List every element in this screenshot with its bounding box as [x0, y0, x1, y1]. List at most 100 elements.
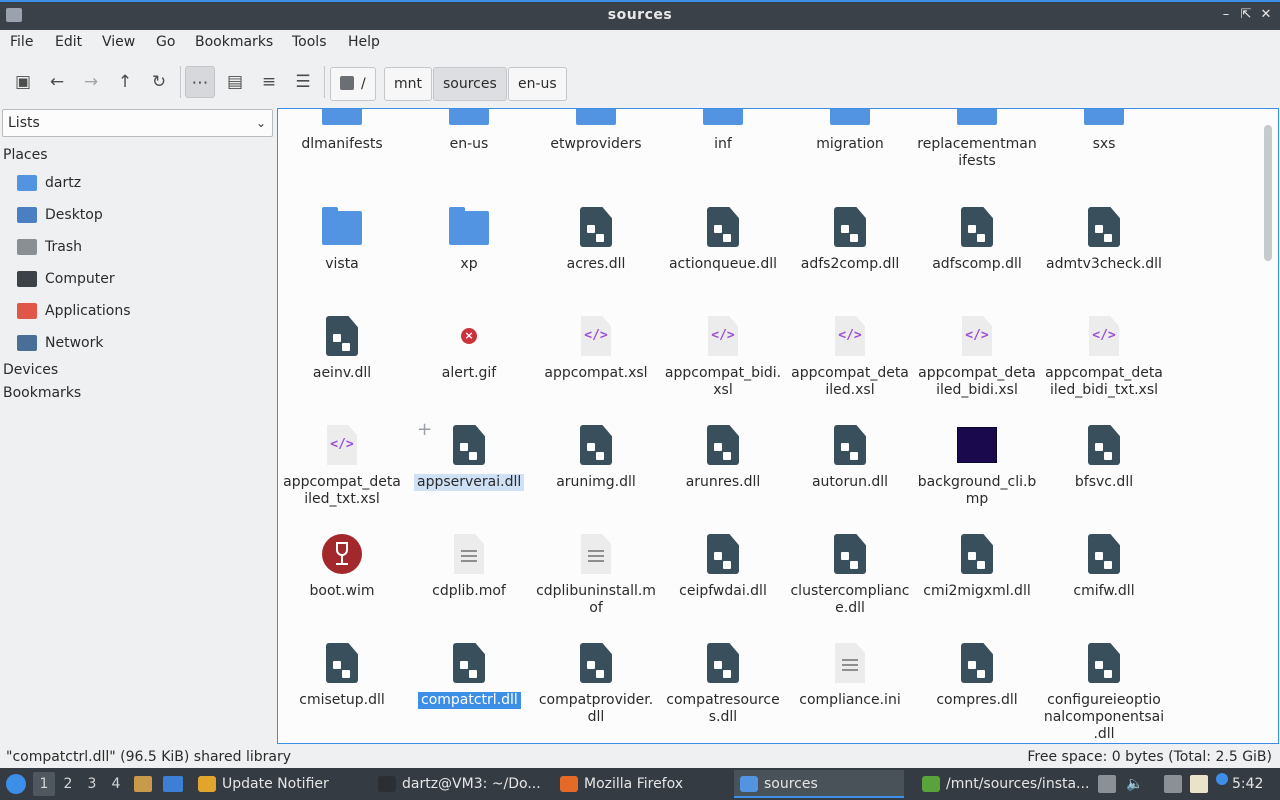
sidebar-item-label: Applications [45, 303, 131, 319]
close-button[interactable]: ✕ [1257, 6, 1275, 24]
desktop-icon [17, 207, 37, 223]
back-arrow-icon[interactable]: ← [42, 66, 72, 98]
minimize-button[interactable]: – [1217, 6, 1235, 24]
workspace-4[interactable]: 4 [105, 772, 127, 796]
workspace-1[interactable]: 1 [33, 772, 55, 796]
file-name: compliance.ini [799, 692, 901, 708]
file-name: configureieoptio nalcomponentsai .dll [1043, 692, 1165, 742]
file-name: alert.gif [441, 365, 497, 381]
taskbar-task[interactable]: Mozilla Firefox [554, 770, 722, 798]
file-name: appcompat.xsl [544, 365, 648, 381]
compact-view-icon[interactable]: ≡ [254, 66, 284, 98]
sidebar-item-network[interactable]: Network [17, 330, 267, 356]
xml-file-icon: </> [830, 316, 870, 356]
breadcrumb-root[interactable]: / [330, 67, 376, 101]
file-name: compatprovider. dll [538, 692, 654, 725]
eject-icon[interactable] [1098, 775, 1116, 793]
workspace-3[interactable]: 3 [81, 772, 103, 796]
computer-icon [17, 271, 37, 287]
sidebar-item-desktop[interactable]: Desktop [17, 202, 267, 228]
library-file-icon [1084, 534, 1124, 574]
thumbnail-view-icon[interactable]: ▤ [220, 66, 250, 98]
menu-view[interactable]: View [102, 34, 135, 50]
places-heading[interactable]: Places [3, 147, 48, 163]
sidebar-item-computer[interactable]: Computer [17, 266, 267, 292]
folder-icon [449, 207, 489, 245]
taskbar-task[interactable]: /mnt/sources/insta... [916, 770, 1090, 798]
up-arrow-icon[interactable]: ↑ [110, 66, 140, 98]
file-name: compres.dll [936, 692, 1018, 708]
sidebar-item-label: Network [45, 335, 104, 351]
network-status-icon[interactable] [1164, 775, 1182, 793]
volume-icon[interactable]: 🔈 [1126, 775, 1144, 793]
taskbar-task-label: /mnt/sources/insta... [946, 776, 1090, 792]
file-name: aeinv.dll [312, 365, 372, 381]
disk-image-icon [322, 534, 362, 574]
library-file-icon [1084, 643, 1124, 683]
xml-file-icon: </> [322, 425, 362, 465]
menu-bookmarks[interactable]: Bookmarks [195, 34, 273, 50]
select-plus-icon[interactable]: + [417, 419, 432, 440]
sidebar-item-applications[interactable]: Applications [17, 298, 267, 324]
title-bar: sources – ⇱ ✕ [0, 0, 1280, 30]
vertical-scrollbar[interactable] [1264, 117, 1272, 737]
file-name: cdplibuninstall.m of [536, 583, 656, 616]
taskbar-task[interactable]: dartz@VM3: ~/Do... [372, 770, 544, 798]
new-window-icon[interactable]: ▣ [8, 66, 38, 98]
file-name: compatctrl.dll [418, 692, 521, 709]
sidebar-item-label: dartz [45, 175, 82, 191]
trash-icon [17, 239, 37, 255]
breadcrumb-sources[interactable]: sources [433, 67, 507, 101]
file-name: etwproviders [550, 136, 642, 152]
toolbar: ▣ ← → ↑ ↻ ⋯ ▤ ≡ ☰ / mnt sources en-us [0, 56, 1280, 108]
network-icon [17, 335, 37, 351]
library-file-icon [957, 643, 997, 683]
file-name: compatresource s.dll [666, 692, 780, 725]
sidebar-item-trash[interactable]: Trash [17, 234, 267, 260]
file-view[interactable]: dlmanifests en-us etwproviders inf migration… [277, 108, 1279, 744]
library-file-icon [703, 534, 743, 574]
forward-arrow-icon[interactable]: → [76, 66, 106, 98]
folder-icon [740, 776, 758, 792]
file-name: en-us [449, 136, 489, 152]
library-file-icon [703, 643, 743, 683]
file-name: inf [714, 136, 732, 152]
archive-icon [922, 776, 940, 792]
icon-view-icon[interactable]: ⋯ [185, 66, 215, 98]
desktop-launcher-icon[interactable] [163, 776, 183, 792]
scrollbar-thumb[interactable] [1264, 125, 1272, 261]
menu-edit[interactable]: Edit [55, 34, 82, 50]
file-manager-launcher-icon[interactable] [134, 776, 152, 792]
detailed-list-view-icon[interactable]: ☰ [288, 66, 318, 98]
clock[interactable]: 5:42 [1232, 768, 1263, 800]
status-bar: "compatctrl.dll" (96.5 KiB) shared libra… [0, 744, 1280, 768]
window-title: sources [607, 7, 673, 23]
chevron-down-icon: ⌄ [255, 116, 266, 130]
menu-go[interactable]: Go [156, 34, 175, 50]
side-pane-mode-select[interactable]: Lists ⌄ [2, 109, 273, 137]
breadcrumb-mnt[interactable]: mnt [384, 67, 432, 101]
library-file-icon [703, 207, 743, 247]
taskbar-task[interactable]: Update Notifier [192, 770, 362, 798]
applications-icon [17, 303, 37, 319]
menu-help[interactable]: Help [348, 34, 380, 50]
library-file-icon [830, 425, 870, 465]
sidebar-item-dartz[interactable]: dartz [17, 170, 267, 196]
workspace-2[interactable]: 2 [57, 772, 79, 796]
start-menu-icon[interactable] [6, 774, 26, 794]
file-name: background_cli.b mp [917, 474, 1037, 507]
file-name: admtv3check.dll [1046, 256, 1162, 272]
file-name: boot.wim [309, 583, 375, 599]
devices-heading[interactable]: Devices [3, 362, 58, 378]
breadcrumb-en-us[interactable]: en-us [508, 67, 567, 101]
taskbar-task[interactable]: sources [734, 770, 904, 798]
clipboard-icon[interactable] [1190, 775, 1208, 793]
bookmarks-heading[interactable]: Bookmarks [3, 385, 81, 401]
notification-icon[interactable] [1216, 773, 1228, 785]
menu-file[interactable]: File [10, 34, 33, 50]
maximize-button[interactable]: ⇱ [1237, 6, 1255, 24]
taskbar-task-label: sources [764, 776, 818, 792]
menu-tools[interactable]: Tools [292, 34, 327, 50]
reload-icon[interactable]: ↻ [144, 66, 174, 98]
folder-icon [322, 109, 362, 125]
